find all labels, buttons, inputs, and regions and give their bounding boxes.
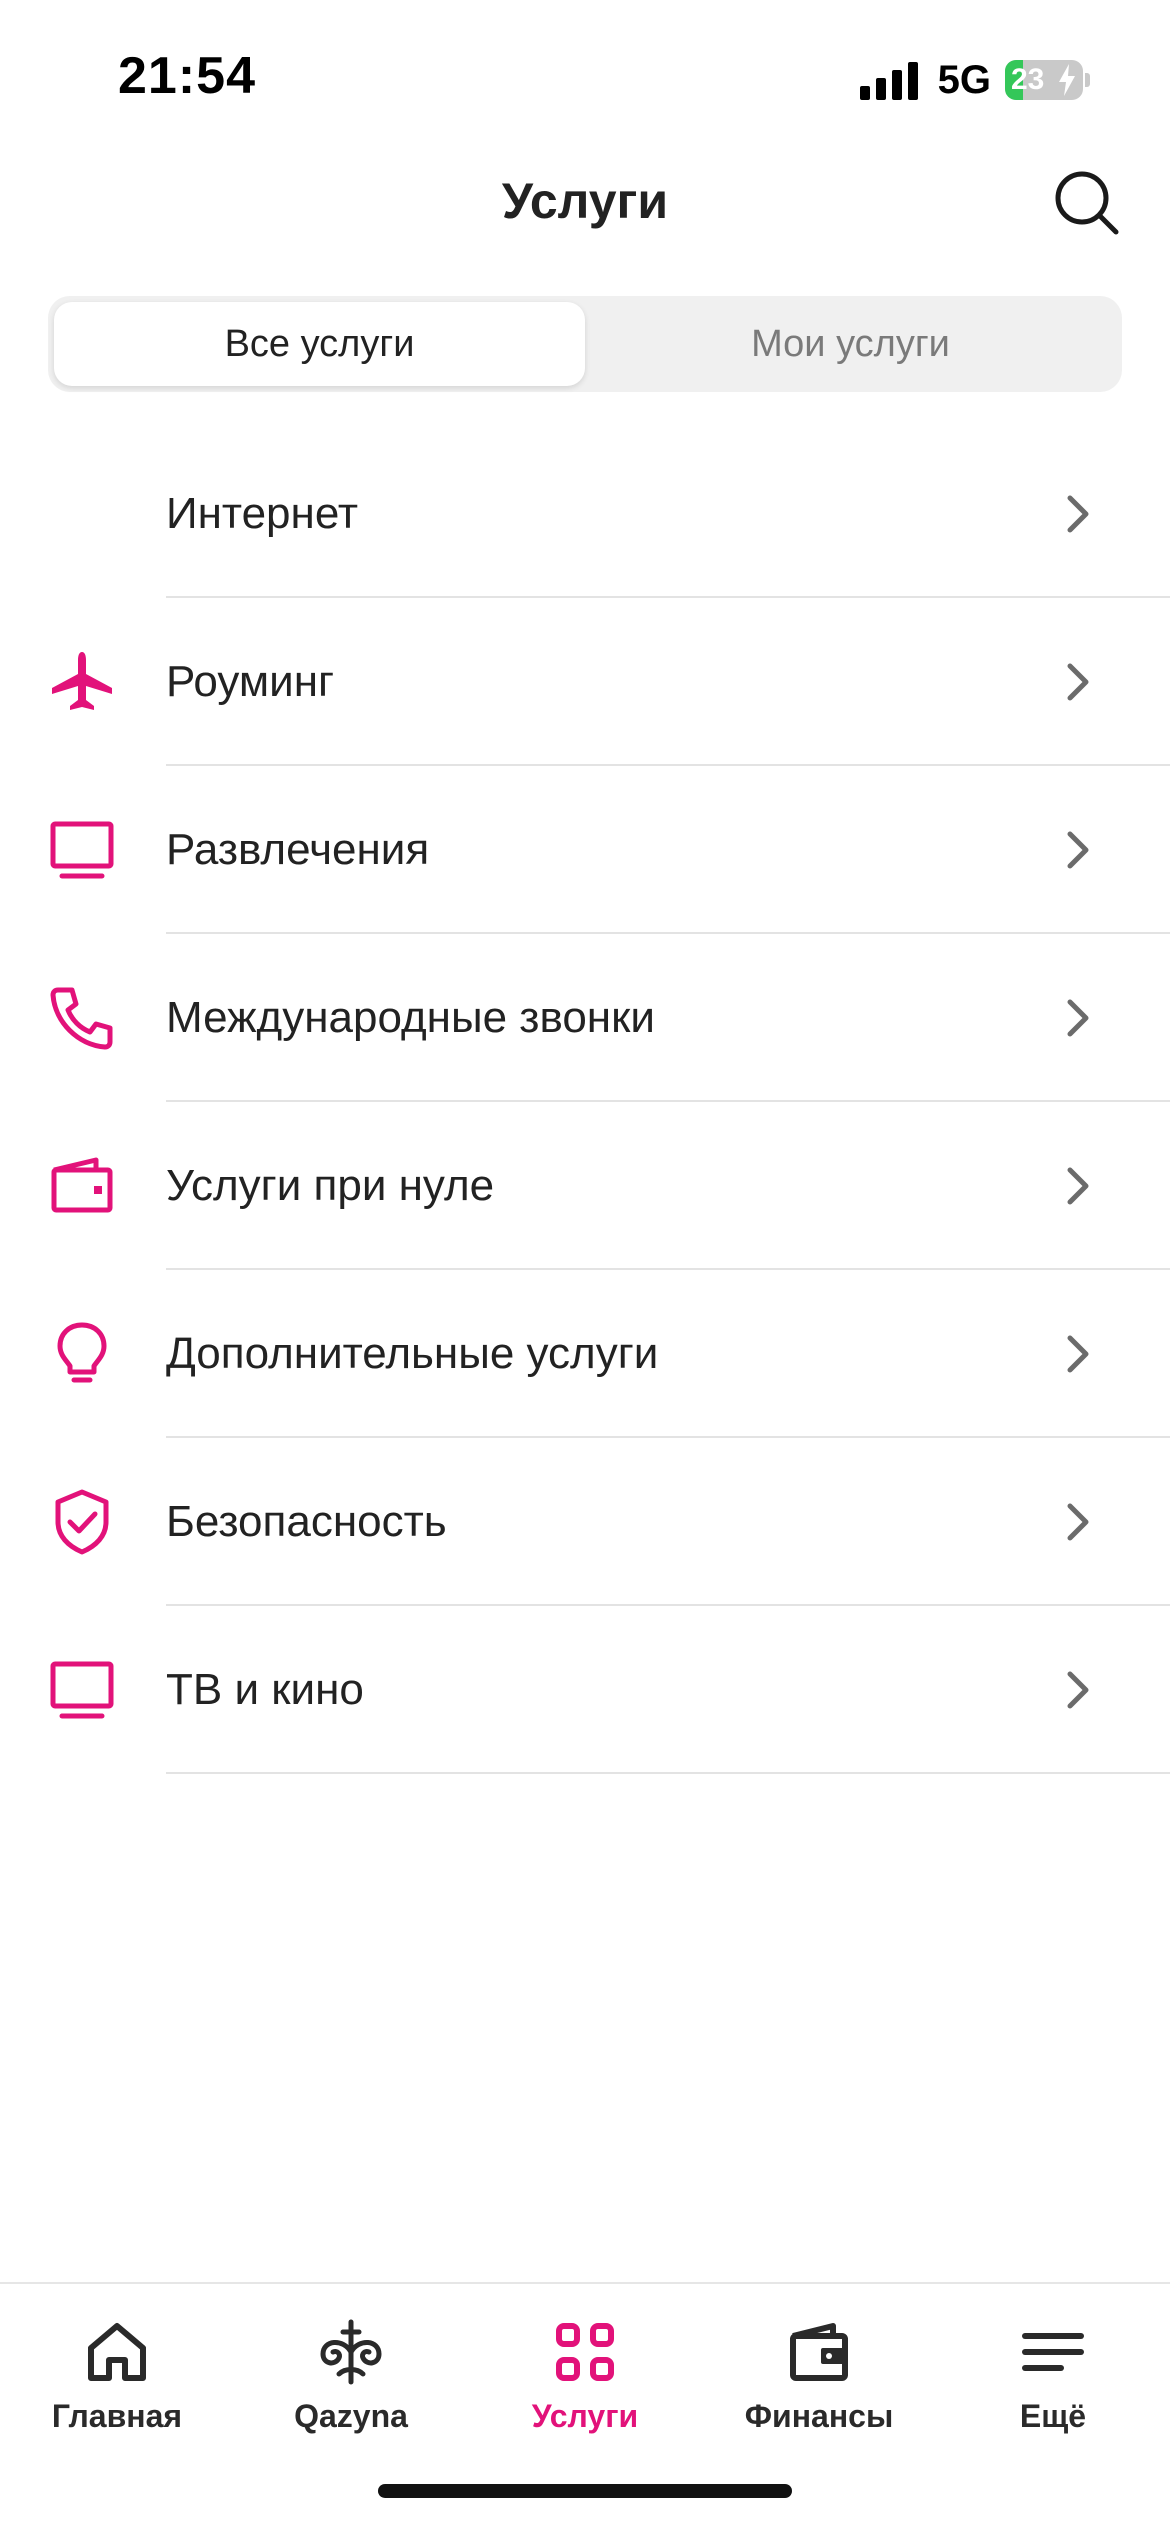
nav-label: Ещё xyxy=(1019,2398,1087,2434)
nav-item-home[interactable]: Главная xyxy=(0,2304,234,2454)
service-item-label: ТВ и кино xyxy=(166,1665,364,1714)
chevron-right-icon xyxy=(1067,1335,1089,1373)
tab-my-services[interactable]: Мои услуги xyxy=(585,302,1116,386)
menu-icon xyxy=(1022,2333,1084,2371)
service-item-entertainment[interactable]: Развлечения xyxy=(0,766,1170,934)
service-item-label: Роуминг xyxy=(166,657,335,706)
airplane-icon xyxy=(52,652,112,710)
signal-icon xyxy=(859,60,918,100)
service-item-label: Развлечения xyxy=(166,825,430,874)
service-item-label: Дополнительные услуги xyxy=(166,1329,659,1378)
service-item-label: Услуги при нуле xyxy=(166,1161,495,1210)
page-title: Услуги xyxy=(501,173,669,229)
battery-icon: 23 xyxy=(1005,60,1083,100)
service-item-roaming[interactable]: Роуминг xyxy=(0,598,1170,766)
monitor-icon xyxy=(50,821,114,879)
service-item-label: Интернет xyxy=(166,489,358,538)
service-item-security[interactable]: Безопасность xyxy=(0,1438,1170,1606)
nav-item-services[interactable]: Услуги xyxy=(468,2304,702,2454)
divider xyxy=(166,1772,1170,1774)
nav-label: Qazyna xyxy=(294,2398,408,2434)
shield-check-icon xyxy=(55,1489,109,1555)
home-indicator xyxy=(378,2484,792,2498)
status-bar: 21:54 5G 23 xyxy=(0,0,1170,150)
tab-all-services[interactable]: Все услуги xyxy=(54,302,585,386)
service-item-tv-cinema[interactable]: ТВ и кино xyxy=(0,1606,1170,1774)
chevron-right-icon xyxy=(1067,831,1089,869)
nav-item-finance[interactable]: Финансы xyxy=(702,2304,936,2454)
nav-label: Финансы xyxy=(744,2398,894,2434)
nav-item-more[interactable]: Ещё xyxy=(936,2304,1170,2454)
service-item-zero-balance[interactable]: Услуги при нуле xyxy=(0,1102,1170,1270)
wallet-icon xyxy=(790,2323,848,2381)
status-time: 21:54 xyxy=(118,47,256,105)
wallet-icon xyxy=(51,1157,113,1213)
grid-icon xyxy=(556,2323,614,2381)
battery-level: 23 xyxy=(1011,63,1045,96)
lightbulb-icon xyxy=(57,1322,107,1383)
search-icon[interactable] xyxy=(1052,168,1122,238)
charging-bolt-icon xyxy=(1059,64,1075,96)
network-type: 5G xyxy=(937,57,991,102)
service-item-internet[interactable]: Интернет xyxy=(0,430,1170,598)
services-filter-tabs: Все услуги Мои услуги xyxy=(48,296,1122,392)
monitor-icon xyxy=(50,1661,114,1719)
service-item-label: Международные звонки xyxy=(166,993,655,1042)
chevron-right-icon xyxy=(1067,1671,1089,1709)
phone-icon xyxy=(50,987,113,1050)
services-list: Интернет Роуминг Развлечения Международн… xyxy=(0,430,1170,1774)
service-item-international-calls[interactable]: Международные звонки xyxy=(0,934,1170,1102)
chevron-right-icon xyxy=(1067,1167,1089,1205)
qazyna-icon xyxy=(320,2319,382,2385)
chevron-right-icon xyxy=(1067,1503,1089,1541)
nav-label: Услуги xyxy=(531,2398,639,2434)
battery-cap xyxy=(1085,73,1090,87)
chevron-right-icon xyxy=(1067,495,1089,533)
chevron-right-icon xyxy=(1067,663,1089,701)
services-screen: 21:54 5G 23 Услуги Все услуги Мои услуги… xyxy=(0,0,1170,2532)
nav-label: Главная xyxy=(51,2398,183,2434)
service-item-label: Безопасность xyxy=(166,1497,447,1546)
header: Услуги xyxy=(0,160,1170,250)
status-indicators: 5G 23 xyxy=(859,52,1090,108)
service-item-additional[interactable]: Дополнительные услуги xyxy=(0,1270,1170,1438)
home-icon xyxy=(88,2323,146,2381)
chevron-right-icon xyxy=(1067,999,1089,1037)
nav-item-qazyna[interactable]: Qazyna xyxy=(234,2304,468,2454)
